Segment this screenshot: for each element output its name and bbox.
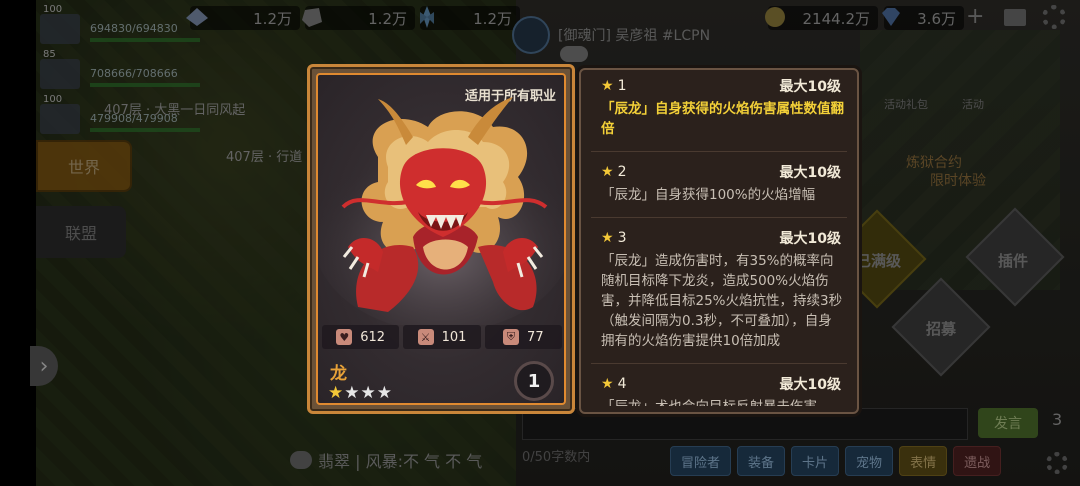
skill-list[interactable]: ★ 1 最大10级 「辰龙」自身获得的火焰伤害属性数值翻倍 ★ 2 最大10级 「辰… (587, 76, 851, 406)
stat-attack: ⚔ 101 (403, 325, 481, 349)
skill-rank: ★ 4 (601, 376, 626, 392)
heart-icon: ♥ (336, 329, 353, 345)
stat-attack-value: 101 (441, 329, 467, 345)
skill-max-level: 最大10级 (779, 231, 841, 247)
skill-header: ★ 2 最大10级 (587, 162, 851, 182)
skill-rank-number: 1 (617, 78, 627, 94)
skill-list-panel[interactable]: ★ 1 最大10级 「辰龙」自身获得的火焰伤害属性数值翻倍 ★ 2 最大10级 「辰… (579, 68, 859, 414)
dragon-illustration (318, 97, 564, 325)
skill-header: ★ 3 最大10级 (587, 228, 851, 248)
shield-icon: ⛨ (503, 329, 520, 345)
skill-divider (591, 217, 847, 218)
card-count-badge: 1 (514, 361, 554, 401)
stat-defense-value: 77 (527, 329, 544, 345)
stat-hp-value: 612 (360, 329, 386, 345)
skill-rank: ★ 2 (601, 164, 626, 180)
card-star-rating: ★★★★ (328, 383, 393, 403)
skill-rank: ★ 1 (601, 78, 626, 94)
star-icon: ★ (328, 383, 345, 403)
skill-rank-number: 2 (617, 164, 627, 180)
skill-description: 「辰龙」术也会向目标反射暴击伤害 (587, 394, 851, 406)
card-name: 龙 (330, 364, 347, 384)
skill-max-level: 最大10级 (779, 79, 841, 95)
card-art-frame: 适用于所有职业 ♥ 612 ⚔ 101 ⛨ 77 龙 ★★★★ 1 (316, 73, 566, 405)
skill-rank: ★ 3 (601, 230, 626, 246)
skill-divider (591, 151, 847, 152)
skill-entry: ★ 1 最大10级 「辰龙」自身获得的火焰伤害属性数值翻倍 (587, 76, 851, 139)
star-icon: ★ (376, 383, 393, 403)
skill-max-level: 最大10级 (779, 377, 841, 393)
card-stats: ♥ 612 ⚔ 101 ⛨ 77 (322, 325, 562, 349)
star-icon: ★ (601, 164, 614, 180)
skill-description: 「辰龙」造成伤害时，有35%的概率向随机目标降下龙炎，造成500%火焰伤害，并降… (601, 253, 843, 349)
stat-hp: ♥ 612 (322, 325, 400, 349)
skill-header: ★ 4 最大10级 (587, 374, 851, 394)
sword-icon: ⚔ (417, 329, 434, 345)
skill-rank-number: 3 (617, 230, 627, 246)
dragon-card: 适用于所有职业 ♥ 612 ⚔ 101 ⛨ 77 龙 ★★★★ 1 (307, 64, 575, 414)
star-icon: ★ (601, 376, 614, 392)
card-detail-popup: 适用于所有职业 ♥ 612 ⚔ 101 ⛨ 77 龙 ★★★★ 1 ★ 1 最大… (307, 64, 859, 414)
skill-entry: ★ 2 最大10级 「辰龙」自身获得100%的火焰增幅 (587, 162, 851, 205)
skill-entry: ★4 最大10级 「辰龙」术也会向目标反射暴击伤害 (587, 374, 851, 406)
skill-description: 「辰龙」自身获得的火焰伤害属性数值翻倍 (601, 101, 844, 137)
star-icon: ★ (360, 383, 377, 403)
skill-divider (591, 363, 847, 364)
skill-max-level: 最大10级 (779, 165, 841, 181)
star-icon: ★ (344, 383, 361, 403)
stat-defense: ⛨ 77 (484, 325, 562, 349)
skill-description: 「辰龙」自身获得100%的火焰增幅 (601, 187, 816, 203)
skill-header: ★ 1 最大10级 (587, 76, 851, 96)
skill-rank-number: 4 (617, 376, 627, 392)
skill-entry: ★ 3 最大10级 「辰龙」造成伤害时，有35%的概率向随机目标降下龙炎，造成50… (587, 228, 851, 351)
star-icon: ★ (601, 78, 614, 94)
star-icon: ★ (601, 230, 614, 246)
